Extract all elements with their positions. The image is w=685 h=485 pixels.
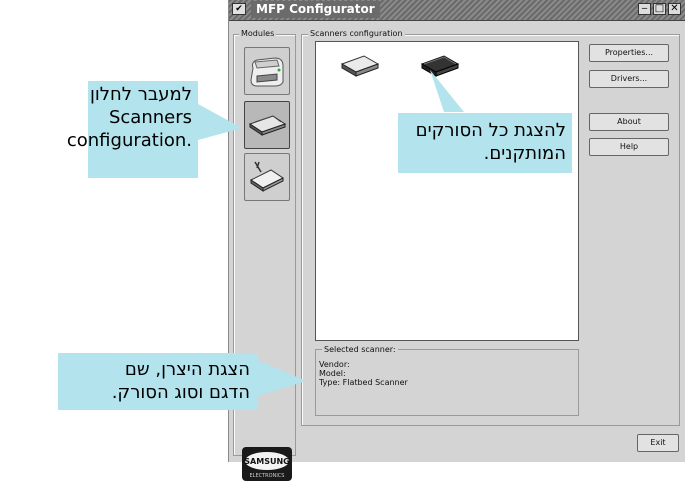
callout-line-1: להצגת כל הסורקים: [415, 120, 566, 141]
callout-line-2: הדגם וסוג הסורק.: [111, 382, 250, 403]
callout-line-1: הצגת היצרן, שם: [124, 359, 250, 380]
callout-line-2: Scanners: [108, 107, 192, 128]
callout-installed-scanners: להצגת כל הסורקים המותקנים.: [398, 113, 572, 173]
callout-line-2: המותקנים.: [483, 143, 566, 164]
callout-line-1: למעבר לחלון: [89, 84, 192, 105]
callout-line-3: .configuration: [66, 130, 192, 151]
callout-scanners-configuration: למעבר לחלון Scanners .configuration: [66, 81, 198, 178]
callout-pointer-center: [430, 70, 464, 112]
callout-selected-scanner: הצגת היצרן, שם הדגם וסוג הסורק.: [58, 353, 258, 410]
callout-pointer-left: [198, 104, 242, 140]
svg-text:ELECTRONICS: ELECTRONICS: [250, 473, 285, 479]
callout-pointer-bottom: [258, 360, 306, 396]
